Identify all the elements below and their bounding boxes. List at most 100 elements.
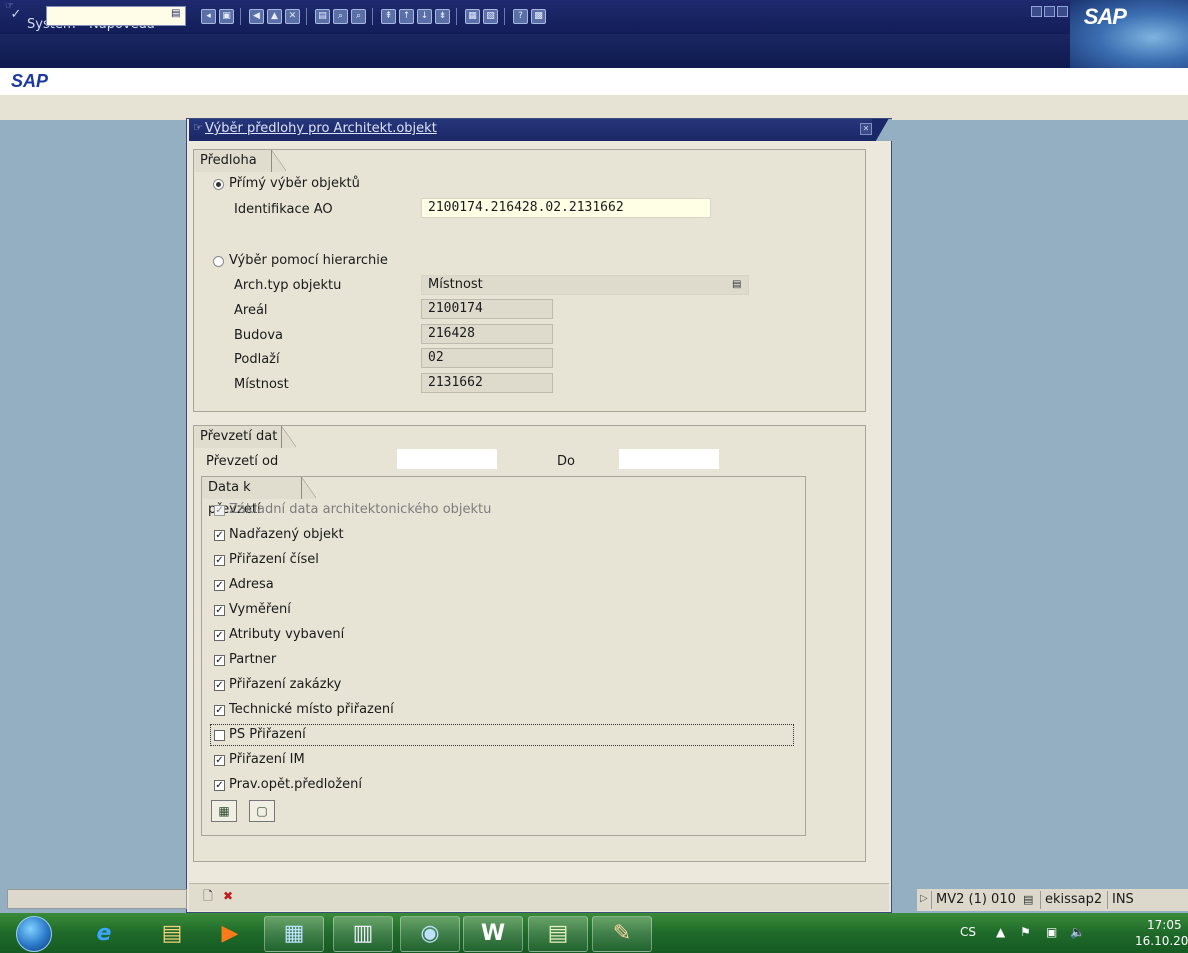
- enter-icon[interactable]: ✓: [7, 7, 25, 25]
- dialog-title: Výběr předlohy pro Architekt.objekt: [205, 121, 437, 136]
- cancel-icon[interactable]: ✕: [285, 9, 300, 24]
- last-page-icon[interactable]: ⇟: [435, 9, 450, 24]
- im-assignment-label: Přiřazení IM: [229, 752, 305, 767]
- new-session-icon[interactable]: ▦: [465, 9, 480, 24]
- tab-corner: [282, 426, 296, 448]
- media-app-icon[interactable]: ▶: [216, 920, 244, 948]
- internet-explorer-icon[interactable]: e: [90, 920, 118, 948]
- windows-explorer-icon: ▤: [547, 921, 569, 946]
- hierarchy-selection-radio[interactable]: [213, 256, 224, 267]
- areal-field: 2100174: [421, 299, 553, 319]
- data-to-transfer-tab: Data k převzetí: [202, 477, 302, 517]
- template-group-tab: Předloha: [194, 150, 272, 172]
- print-icon[interactable]: ▤: [315, 9, 330, 24]
- building-field: 216428: [421, 324, 553, 344]
- previous-page-icon[interactable]: ↑: [399, 9, 414, 24]
- restore-icon[interactable]: [1044, 6, 1055, 17]
- ao-id-field[interactable]: 2100174.216428.02.2131662: [421, 198, 711, 218]
- server-list-icon[interactable]: ▤: [1023, 893, 1033, 906]
- transfer-to-label: Do: [557, 454, 575, 469]
- toolbar-separator: [504, 8, 505, 25]
- back-nav-icon[interactable]: ◂: [201, 9, 216, 24]
- transfer-from-field[interactable]: [397, 449, 497, 469]
- dropdown-icon[interactable]: ▤: [732, 279, 741, 290]
- dialog-close-icon[interactable]: ✕: [860, 123, 872, 135]
- application-toolbar: [0, 95, 1188, 120]
- parent-object-checkbox[interactable]: ✓: [214, 530, 225, 541]
- tab-corner: [272, 150, 286, 172]
- dialog-menu-icon[interactable]: ☞: [193, 121, 203, 134]
- room-label: Místnost: [234, 377, 289, 392]
- status-message-area: [7, 889, 187, 909]
- deselect-all-button[interactable]: ▢: [249, 800, 275, 822]
- toolbar-separator: [240, 8, 241, 25]
- arch-type-select[interactable]: Místnost: [421, 275, 749, 295]
- base-data-checkbox: ✓: [214, 505, 225, 516]
- expand-status-icon[interactable]: ▷: [920, 893, 928, 904]
- measurement-checkbox[interactable]: ✓: [214, 605, 225, 616]
- partner-checkbox[interactable]: ✓: [214, 655, 225, 666]
- cancel-x-icon[interactable]: ✖: [220, 888, 236, 904]
- toolbar-separator: [306, 8, 307, 25]
- room-field: 2131662: [421, 373, 553, 393]
- number-assignment-checkbox[interactable]: ✓: [214, 555, 225, 566]
- parent-object-label: Nadřazený objekt: [229, 527, 344, 542]
- shortcut-icon[interactable]: ▧: [483, 9, 498, 24]
- minimize-icon[interactable]: [1031, 6, 1042, 17]
- clock-time[interactable]: 17:05: [1147, 918, 1182, 932]
- base-data-label: Základní data architektonického objektu: [229, 502, 492, 517]
- sap-logon-icon: ◉: [420, 921, 440, 946]
- close-window-icon[interactable]: [1057, 6, 1068, 17]
- spreadsheet-icon: ▦: [283, 921, 305, 946]
- floor-label: Podlaží: [234, 352, 280, 367]
- resubmission-rule-checkbox[interactable]: ✓: [214, 780, 225, 791]
- direct-selection-radio[interactable]: [213, 179, 224, 190]
- find-icon[interactable]: ⌕: [333, 9, 348, 24]
- volume-icon[interactable]: 🔈: [1070, 925, 1085, 939]
- partner-label: Partner: [229, 652, 277, 667]
- equipment-attributes-checkbox[interactable]: ✓: [214, 630, 225, 641]
- im-assignment-checkbox[interactable]: ✓: [214, 755, 225, 766]
- command-field[interactable]: [46, 6, 186, 26]
- address-label: Adresa: [229, 577, 274, 592]
- clock-date[interactable]: 16.10.2012: [1135, 934, 1188, 948]
- layout-menu-icon[interactable]: ▩: [531, 9, 546, 24]
- first-page-icon[interactable]: ⇞: [381, 9, 396, 24]
- hierarchy-selection-label: Výběr pomocí hierarchie: [229, 253, 388, 268]
- order-assignment-checkbox[interactable]: ✓: [214, 680, 225, 691]
- action-center-flag-icon[interactable]: ⚑: [1020, 925, 1031, 939]
- arch-type-label: Arch.typ objektu: [234, 278, 342, 293]
- find-next-icon[interactable]: ⌕: [351, 9, 366, 24]
- network-icon[interactable]: ▣: [1046, 925, 1057, 939]
- status-server: ekissap2: [1040, 891, 1106, 909]
- address-checkbox[interactable]: ✓: [214, 580, 225, 591]
- next-page-icon[interactable]: ↓: [417, 9, 432, 24]
- direct-selection-label: Přímý výběr objektů: [229, 176, 360, 191]
- save-icon[interactable]: ▣: [219, 9, 234, 24]
- command-history-icon[interactable]: ▤: [171, 8, 180, 19]
- functional-location-checkbox[interactable]: ✓: [214, 705, 225, 716]
- exit-icon[interactable]: ▲: [267, 9, 282, 24]
- back-icon[interactable]: ◀: [249, 9, 264, 24]
- transfer-group-tab: Převzetí dat: [194, 426, 282, 448]
- select-all-button[interactable]: ▦: [211, 800, 237, 822]
- functional-location-label: Technické místo přiřazení: [229, 702, 394, 717]
- language-indicator[interactable]: CS: [960, 925, 976, 939]
- status-mode[interactable]: INS: [1107, 891, 1138, 909]
- help-icon[interactable]: ?: [513, 9, 528, 24]
- resubmission-rule-label: Prav.opět.předložení: [229, 777, 362, 792]
- transfer-to-field[interactable]: [619, 449, 719, 469]
- sap-logo: SAP: [11, 71, 49, 91]
- tab-corner: [302, 477, 316, 499]
- ps-assignment-checkbox[interactable]: [214, 730, 225, 741]
- new-document-icon[interactable]: 🗋: [200, 888, 216, 904]
- start-button-icon[interactable]: [16, 916, 52, 952]
- measurement-label: Vyměření: [229, 602, 291, 617]
- dialog-footer: [189, 883, 889, 911]
- status-system: MV2 (1) 010: [931, 891, 1020, 909]
- folder-icon[interactable]: ▤: [158, 920, 186, 948]
- sap-brand-text: SAP: [1083, 4, 1127, 29]
- application-header: [0, 68, 1188, 95]
- toolbar-separator: [372, 8, 373, 25]
- show-hidden-icons-icon[interactable]: ▲: [996, 925, 1005, 939]
